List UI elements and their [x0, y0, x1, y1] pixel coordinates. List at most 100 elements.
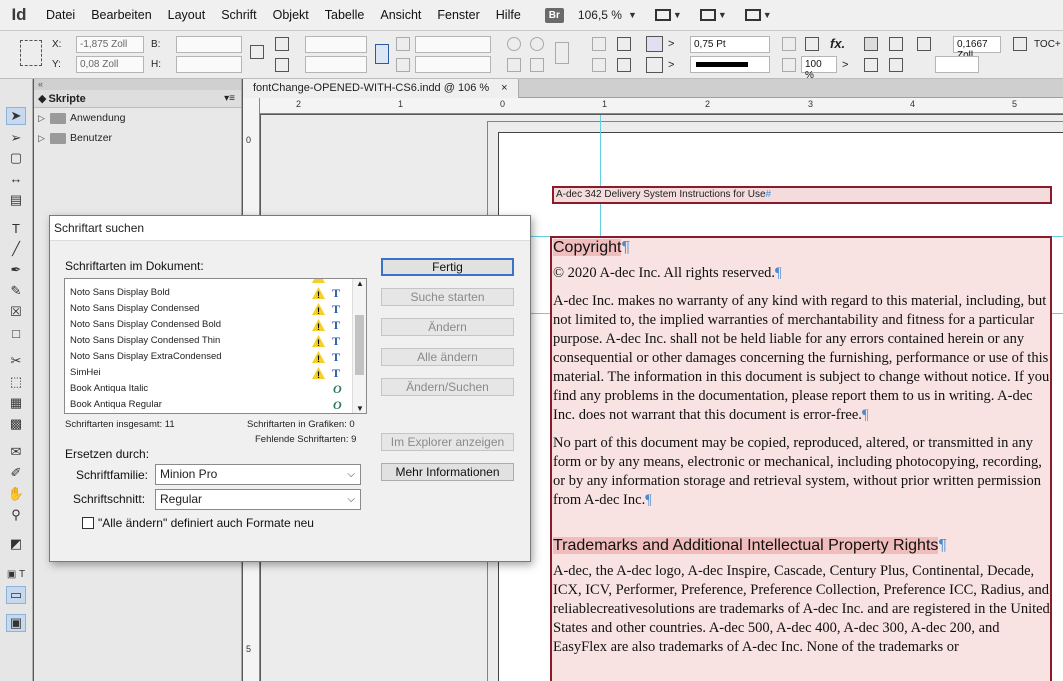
menu-schrift[interactable]: Schrift: [213, 0, 264, 31]
horizontal-ruler[interactable]: 2 1 0 1 2 3 4 5: [260, 98, 1063, 114]
stroke-swatch[interactable]: [646, 57, 663, 73]
opacity-icon[interactable]: [782, 58, 796, 72]
content-collector-icon[interactable]: ▤: [6, 191, 26, 209]
opacity-field[interactable]: 100 %: [801, 56, 837, 81]
flip-h-icon[interactable]: [507, 58, 521, 72]
font-list-item[interactable]: Noto Sans Display Condensed Thin! T: [65, 333, 366, 349]
rotate-cw-icon[interactable]: [507, 37, 521, 51]
scrollbar-thumb[interactable]: [355, 315, 364, 375]
distribute-icon[interactable]: [889, 58, 903, 72]
font-list-item[interactable]: Noto Sans Display ExtraCondensed! T: [65, 349, 366, 365]
normal-view-icon[interactable]: ▭: [6, 586, 26, 604]
constrain-icon[interactable]: [250, 45, 264, 59]
menu-bearbeiten[interactable]: Bearbeiten: [83, 0, 159, 31]
select-container-icon[interactable]: [592, 37, 606, 51]
list-scrollbar[interactable]: ▲ ▼: [352, 279, 366, 413]
pencil-tool-icon[interactable]: ✎: [6, 282, 26, 300]
header-text-frame[interactable]: A-dec 342 Delivery System Instructions f…: [552, 186, 1052, 204]
fill-swatch[interactable]: [646, 36, 663, 52]
page-tool-icon[interactable]: ▢: [6, 149, 26, 167]
bridge-button[interactable]: Br: [544, 7, 564, 23]
flip-v-icon[interactable]: [530, 58, 544, 72]
select-previous-icon[interactable]: [592, 58, 606, 72]
paragraph-p-icon[interactable]: [555, 42, 569, 64]
rotate-icon[interactable]: [396, 37, 410, 51]
type-tool-icon[interactable]: T: [6, 219, 26, 237]
drop-shadow-icon[interactable]: [782, 37, 796, 51]
chevron-right-icon[interactable]: >: [668, 38, 674, 50]
scale-y-field[interactable]: [305, 56, 367, 73]
shadow-icon[interactable]: [805, 37, 819, 51]
arrange-documents-button[interactable]: ▼: [744, 9, 772, 21]
free-transform-tool-icon[interactable]: ⬚: [6, 373, 26, 391]
line-tool-icon[interactable]: ╱: [6, 240, 26, 258]
corner-select[interactable]: [935, 56, 979, 73]
stroke-weight-field[interactable]: 0,75 Pt: [690, 36, 770, 53]
selection-tool-icon[interactable]: ➤: [6, 107, 26, 125]
chevron-right-icon[interactable]: >: [668, 59, 674, 71]
rectangle-frame-tool-icon[interactable]: ☒: [6, 303, 26, 321]
document-tab[interactable]: fontChange-OPENED-WITH-CS6.indd @ 106 % …: [243, 79, 519, 98]
height-field[interactable]: [176, 56, 242, 73]
panel-collapse-bar[interactable]: «: [34, 79, 241, 90]
change-all-button[interactable]: Alle ändern: [381, 348, 514, 366]
expand-triangle-icon[interactable]: ▷: [38, 133, 50, 144]
formatting-container-icon[interactable]: ▣ T: [6, 565, 26, 583]
link-icon[interactable]: [375, 44, 389, 64]
toc-label[interactable]: TOC+: [1034, 39, 1061, 50]
reveal-in-explorer-button[interactable]: Im Explorer anzeigen: [381, 433, 514, 451]
toc-icon[interactable]: [1013, 37, 1027, 51]
text-wrap-icon[interactable]: [864, 37, 878, 51]
rotate-ccw-icon[interactable]: [530, 37, 544, 51]
note-tool-icon[interactable]: ✉: [6, 443, 26, 461]
font-list-item[interactable]: Noto Sans Display Condensed Bold! T: [65, 317, 366, 333]
rotation-field[interactable]: [415, 36, 491, 53]
wrap-around-icon[interactable]: [889, 37, 903, 51]
done-button[interactable]: Fertig: [381, 258, 514, 276]
gap-icon[interactable]: [917, 37, 931, 51]
font-list-item[interactable]: Book Antiqua Italic O: [65, 381, 366, 397]
font-style-select[interactable]: Regular ⌵: [155, 489, 361, 510]
menu-layout[interactable]: Layout: [160, 0, 214, 31]
shear-icon[interactable]: [396, 58, 410, 72]
fx-icon[interactable]: fx.: [830, 36, 845, 51]
menu-hilfe[interactable]: Hilfe: [488, 0, 529, 31]
scroll-up-icon[interactable]: ▲: [356, 279, 364, 288]
gap-tool-icon[interactable]: ↔: [6, 169, 26, 187]
stroke-type-select[interactable]: [690, 56, 770, 73]
zoom-dropdown[interactable]: 106,5 % ▼: [578, 8, 637, 22]
eyedropper-tool-icon[interactable]: ✐: [6, 464, 26, 482]
font-list-item[interactable]: Noto Sans Display Condensed! T: [65, 301, 366, 317]
body-text-frame[interactable]: Copyright¶ © 2020 A-dec Inc. All rights …: [550, 236, 1052, 681]
font-list[interactable]: Noto Sans Display Bold! T Noto Sans Displ…: [64, 278, 367, 414]
menu-objekt[interactable]: Objekt: [265, 0, 317, 31]
zoom-tool-icon[interactable]: ⚲: [6, 506, 26, 524]
scale-x-icon[interactable]: [275, 37, 289, 51]
change-find-button[interactable]: Ändern/Suchen: [381, 378, 514, 396]
gap-field[interactable]: 0,1667 Zoll: [953, 36, 1001, 61]
menu-fenster[interactable]: Fenster: [429, 0, 487, 31]
dialog-title-bar[interactable]: Schriftart suchen: [50, 216, 530, 241]
select-next-icon[interactable]: [617, 58, 631, 72]
menu-datei[interactable]: Datei: [38, 0, 83, 31]
more-info-button[interactable]: Mehr Informationen: [381, 463, 514, 481]
expand-triangle-icon[interactable]: ▷: [38, 113, 50, 124]
align-icon[interactable]: [864, 58, 878, 72]
redefine-styles-checkbox[interactable]: [82, 517, 94, 529]
direct-selection-tool-icon[interactable]: ➢: [6, 129, 26, 147]
panel-menu-icon[interactable]: ▾≡: [224, 93, 235, 104]
scale-y-icon[interactable]: [275, 58, 289, 72]
gradient-feather-tool-icon[interactable]: ▩: [6, 415, 26, 433]
find-first-button[interactable]: Suche starten: [381, 288, 514, 306]
font-list-item[interactable]: SimHei! T: [65, 365, 366, 381]
screen-mode-icon[interactable]: ▣: [6, 614, 26, 632]
select-content-icon[interactable]: [617, 37, 631, 51]
hand-tool-icon[interactable]: ✋: [6, 485, 26, 503]
close-icon[interactable]: ×: [501, 79, 507, 98]
menu-tabelle[interactable]: Tabelle: [317, 0, 373, 31]
font-list-item[interactable]: Book Antiqua Regular O: [65, 397, 366, 413]
change-button[interactable]: Ändern: [381, 318, 514, 336]
font-family-select[interactable]: Minion Pro ⌵: [155, 464, 361, 485]
gradient-swatch-tool-icon[interactable]: ▦: [6, 394, 26, 412]
pen-tool-icon[interactable]: ✒: [6, 261, 26, 279]
